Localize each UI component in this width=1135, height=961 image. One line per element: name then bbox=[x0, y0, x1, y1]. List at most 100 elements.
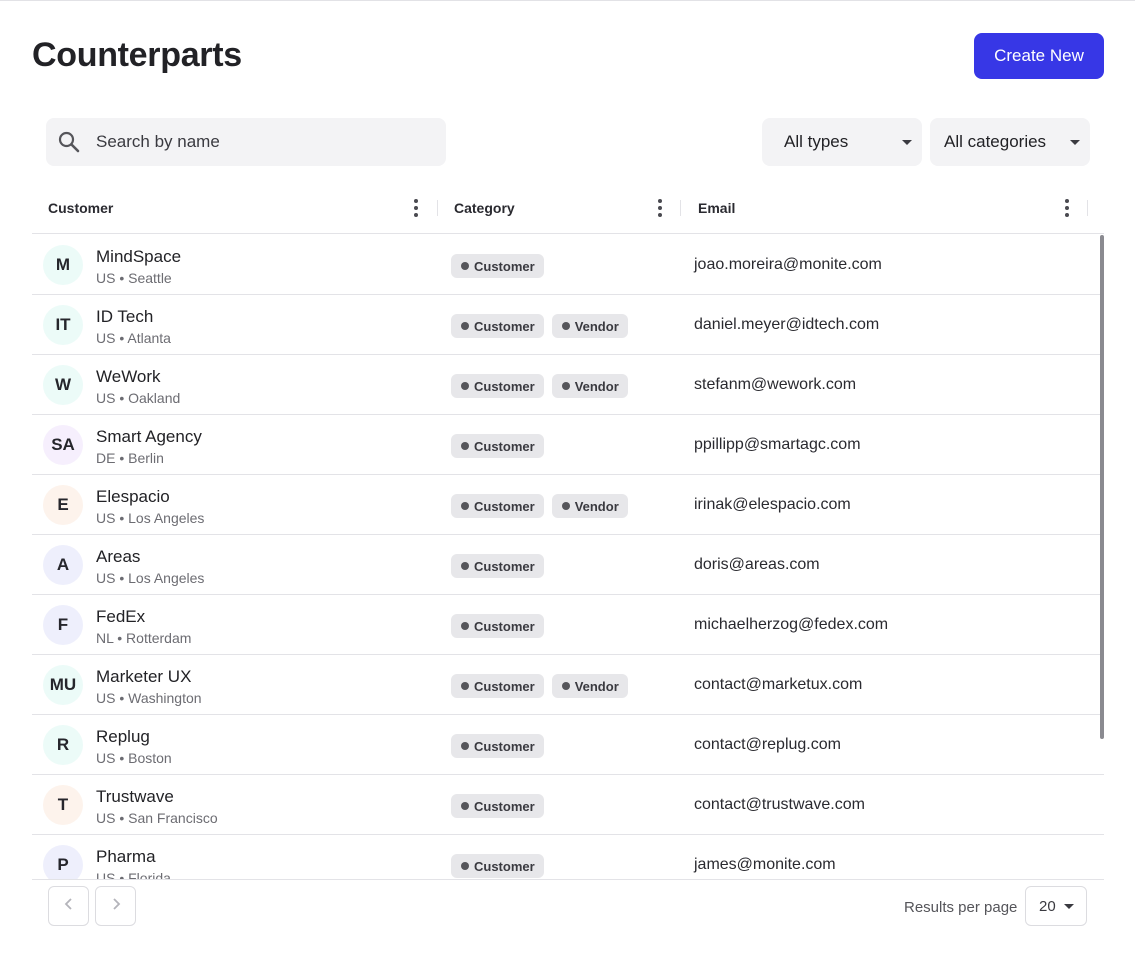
category-tags: Customer Vendor bbox=[451, 314, 628, 338]
type-filter-value: All types bbox=[784, 132, 848, 152]
category-tag-label: Customer bbox=[474, 619, 535, 634]
column-header-category[interactable]: Category bbox=[454, 182, 515, 234]
table-row[interactable]: SA Smart Agency DE • Berlin Customer ppillip… bbox=[32, 415, 1104, 475]
counterpart-name[interactable]: Trustwave bbox=[96, 787, 174, 807]
pagination-footer: Results per page 20 bbox=[32, 879, 1104, 961]
search-box[interactable] bbox=[46, 118, 446, 166]
category-tag: Vendor bbox=[552, 494, 628, 518]
column-separator bbox=[437, 200, 438, 216]
status-dot-icon bbox=[461, 382, 469, 390]
avatar: W bbox=[43, 365, 83, 405]
category-filter-value: All categories bbox=[944, 132, 1046, 152]
category-tags: Customer bbox=[451, 614, 544, 638]
counterpart-location: US • Washington bbox=[96, 690, 202, 706]
counterpart-name[interactable]: Marketer UX bbox=[96, 667, 191, 687]
category-tags: Customer bbox=[451, 854, 544, 878]
category-tag: Customer bbox=[451, 434, 544, 458]
category-tag: Customer bbox=[451, 314, 544, 338]
category-tag-label: Vendor bbox=[575, 379, 619, 394]
category-tag-label: Customer bbox=[474, 739, 535, 754]
avatar: A bbox=[43, 545, 83, 585]
column-separator bbox=[680, 200, 681, 216]
chevron-left-icon bbox=[64, 897, 74, 916]
counterpart-location: NL • Rotterdam bbox=[96, 630, 191, 646]
table-row[interactable]: ITID TechUS • AtlantaCustomerVendordanie… bbox=[32, 295, 1104, 355]
column-header-customer[interactable]: Customer bbox=[48, 182, 113, 234]
counterpart-location: DE • Berlin bbox=[96, 450, 164, 466]
avatar: IT bbox=[43, 305, 83, 345]
chevron-down-icon bbox=[1064, 904, 1074, 909]
counterpart-name[interactable]: MindSpace bbox=[96, 247, 181, 267]
avatar: F bbox=[43, 605, 83, 645]
category-tags: CustomerVendor bbox=[451, 674, 628, 698]
category-tags: CustomerVendor bbox=[451, 374, 628, 398]
category-tag-label: Vendor bbox=[575, 499, 619, 514]
table-row[interactable]: AAreasUS • Los AngelesCustomerdoris@area… bbox=[32, 535, 1104, 595]
category-tag: Customer bbox=[451, 254, 544, 278]
category-tag-label: Customer bbox=[474, 799, 535, 814]
results-per-page-select[interactable]: 20 bbox=[1025, 886, 1087, 926]
category-tag: Customer bbox=[451, 494, 544, 518]
table-row[interactable]: WWeWorkUS • OaklandCustomerVendorstefanm… bbox=[32, 355, 1104, 415]
table-row[interactable]: MUMarketer UXUS • WashingtonCustomerVend… bbox=[32, 655, 1104, 715]
counterpart-name[interactable]: Smart Agency bbox=[96, 427, 202, 447]
counterpart-name[interactable]: FedEx bbox=[96, 607, 145, 627]
category-tags: Customer bbox=[451, 554, 544, 578]
counterpart-name[interactable]: Areas bbox=[96, 547, 140, 567]
counterpart-name[interactable]: Replug bbox=[96, 727, 150, 747]
category-tags: Customer bbox=[451, 734, 544, 758]
category-tag: Customer bbox=[451, 614, 544, 638]
results-per-page-value: 20 bbox=[1039, 898, 1056, 915]
category-tag: Customer bbox=[451, 734, 544, 758]
category-tag-label: Vendor bbox=[575, 319, 619, 334]
counterpart-email: contact@trustwave.com bbox=[694, 796, 865, 814]
counterpart-email: contact@replug.com bbox=[694, 736, 841, 754]
next-page-button[interactable] bbox=[95, 886, 136, 926]
scrollbar[interactable] bbox=[1100, 235, 1104, 739]
category-tag-label: Customer bbox=[474, 259, 535, 274]
counterpart-location: US • Los Angeles bbox=[96, 570, 204, 586]
counterpart-email: james@monite.com bbox=[694, 856, 836, 874]
avatar: T bbox=[43, 785, 83, 825]
counterpart-email: daniel.meyer@idtech.com bbox=[694, 316, 879, 334]
table-body: MMindSpaceUS • SeattleCustomerjoao.morei… bbox=[32, 235, 1104, 879]
page-title: Counterparts bbox=[32, 36, 242, 75]
status-dot-icon bbox=[461, 502, 469, 510]
category-tag: Vendor bbox=[552, 674, 628, 698]
counterpart-name[interactable]: Pharma bbox=[96, 847, 156, 867]
column-menu-icon[interactable] bbox=[406, 198, 426, 218]
column-header-label: Category bbox=[454, 200, 515, 216]
previous-page-button[interactable] bbox=[48, 886, 89, 926]
status-dot-icon bbox=[461, 562, 469, 570]
counterpart-location: US • San Francisco bbox=[96, 810, 218, 826]
counterpart-email: michaelherzog@fedex.com bbox=[694, 616, 888, 634]
table-header: Customer Category Email bbox=[32, 182, 1104, 234]
type-filter-select[interactable]: All types bbox=[762, 118, 922, 166]
category-filter-select[interactable]: All categories bbox=[930, 118, 1090, 166]
category-tag: Vendor bbox=[552, 314, 628, 338]
table-row[interactable]: PPharmaUS • FloridaCustomerjames@monite.… bbox=[32, 835, 1104, 879]
counterpart-email: irinak@elespacio.com bbox=[694, 496, 851, 514]
counterpart-email: ppillipp@smartagc.com bbox=[694, 436, 861, 454]
table-row[interactable]: MMindSpaceUS • SeattleCustomerjoao.morei… bbox=[32, 235, 1104, 295]
search-input[interactable] bbox=[96, 132, 426, 152]
table-row[interactable]: EElespacioUS • Los AngelesCustomerVendor… bbox=[32, 475, 1104, 535]
status-dot-icon bbox=[461, 742, 469, 750]
create-new-button[interactable]: Create New bbox=[974, 33, 1104, 79]
table-row[interactable]: RReplugUS • BostonCustomercontact@replug… bbox=[32, 715, 1104, 775]
column-menu-icon[interactable] bbox=[650, 198, 670, 218]
chevron-down-icon bbox=[902, 140, 912, 145]
counterpart-name[interactable]: Elespacio bbox=[96, 487, 170, 507]
table-row[interactable]: T Trustwave US • San Francisco Customer cont… bbox=[32, 775, 1104, 835]
counterpart-name[interactable]: ID Tech bbox=[96, 307, 153, 327]
avatar: SA bbox=[43, 425, 83, 465]
status-dot-icon bbox=[461, 442, 469, 450]
column-header-email[interactable]: Email bbox=[698, 182, 735, 234]
category-tag-label: Vendor bbox=[575, 679, 619, 694]
top-divider bbox=[0, 0, 1135, 1]
counterpart-name[interactable]: WeWork bbox=[96, 367, 161, 387]
avatar: P bbox=[43, 845, 83, 879]
status-dot-icon bbox=[562, 682, 570, 690]
column-menu-icon[interactable] bbox=[1057, 198, 1077, 218]
table-row[interactable]: F FedEx NL • Rotterdam Customer michaelherzo… bbox=[32, 595, 1104, 655]
